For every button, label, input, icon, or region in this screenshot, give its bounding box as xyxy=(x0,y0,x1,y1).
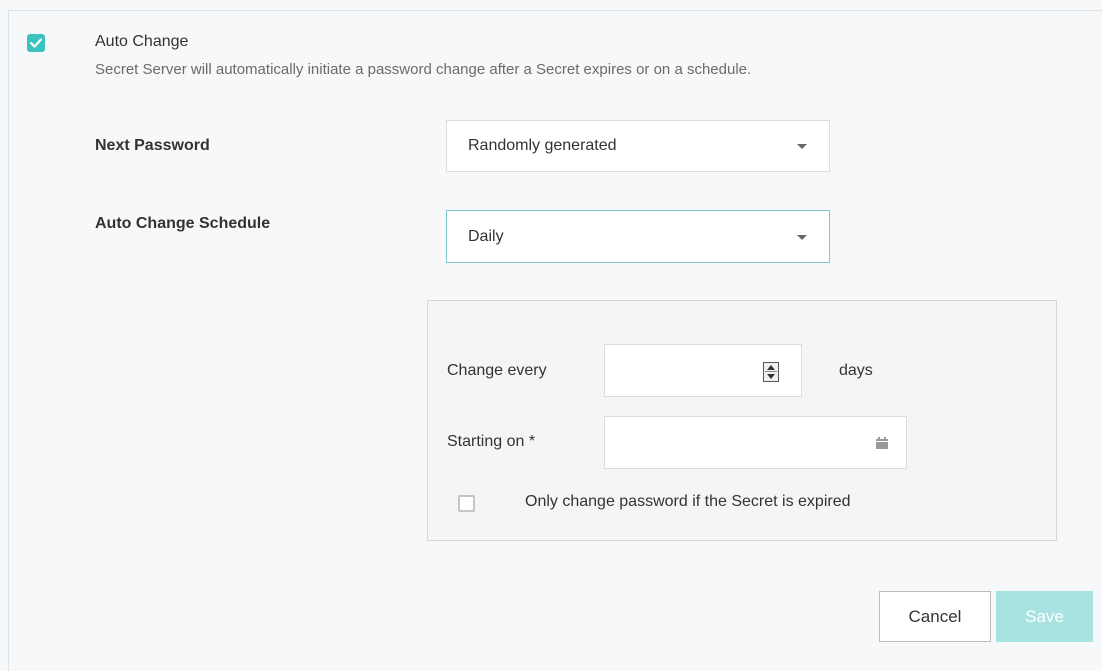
schedule-label: Auto Change Schedule xyxy=(95,215,271,232)
auto-change-title: Auto Change xyxy=(95,33,189,50)
next-password-value: Randomly generated xyxy=(468,137,617,154)
next-password-select[interactable]: Randomly generated xyxy=(446,120,830,172)
next-password-label: Next Password xyxy=(95,137,210,154)
save-button[interactable]: Save xyxy=(996,591,1093,642)
calendar-icon[interactable] xyxy=(875,436,889,450)
only-if-expired-label: Only change password if the Secret is ex… xyxy=(525,493,851,510)
number-stepper-icon[interactable] xyxy=(763,362,779,382)
change-every-input[interactable] xyxy=(604,344,802,397)
starting-on-label: Starting on * xyxy=(447,433,536,450)
only-if-expired-checkbox[interactable] xyxy=(458,495,475,512)
checkmark-icon xyxy=(30,38,42,48)
chevron-down-icon xyxy=(797,234,807,240)
auto-change-description: Secret Server will automatically initiat… xyxy=(95,61,752,78)
starting-on-input[interactable] xyxy=(604,416,907,469)
schedule-value: Daily xyxy=(468,227,504,245)
chevron-down-icon xyxy=(797,144,807,149)
auto-change-checkbox[interactable] xyxy=(27,34,45,52)
schedule-select[interactable]: Daily xyxy=(446,210,830,263)
cancel-button[interactable]: Cancel xyxy=(879,591,991,642)
change-every-label: Change every xyxy=(447,362,547,379)
days-label: days xyxy=(839,362,873,379)
